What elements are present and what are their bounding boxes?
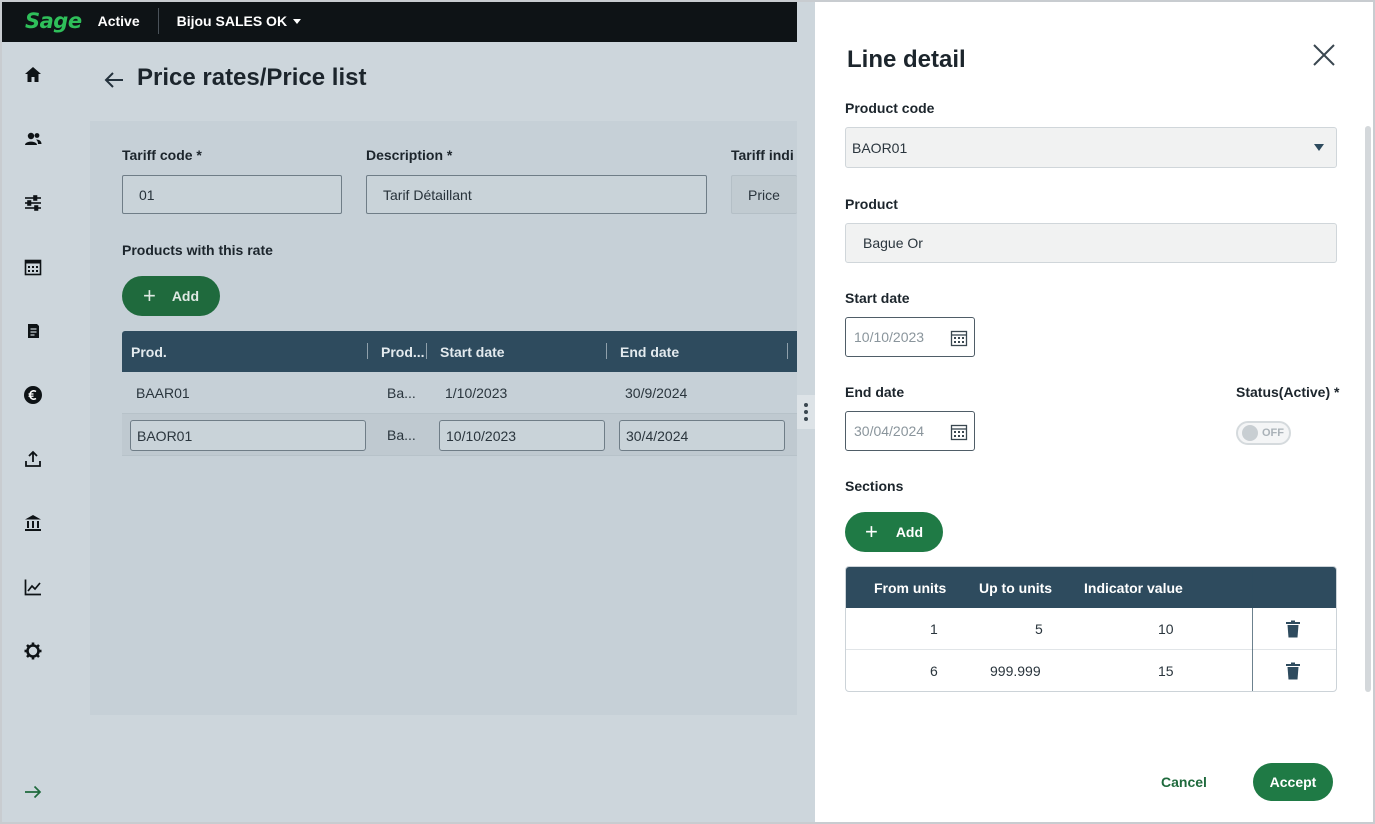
tariff-indicator-input[interactable]: Price (731, 175, 797, 214)
calendar-icon[interactable] (950, 329, 968, 347)
arrow-right-icon[interactable] (20, 779, 46, 805)
column-divider[interactable] (787, 343, 788, 359)
column-header-product[interactable]: Prod... (381, 344, 425, 360)
row-product: Ba... (387, 385, 416, 401)
panel-title: Line detail (847, 46, 966, 73)
row-end-date-input[interactable]: 30/4/2024 (619, 420, 785, 451)
row-up-to-units: 999.999 (990, 663, 1041, 679)
tariff-code-input[interactable]: 01 (122, 175, 342, 214)
table-row[interactable]: BAAR01 Ba... 1/10/2023 30/9/2024 (122, 372, 797, 414)
row-from-units: 6 (930, 663, 938, 679)
start-date-label: Start date (845, 290, 910, 306)
trash-icon[interactable] (1285, 620, 1301, 638)
row-from-units: 1 (930, 621, 938, 637)
cancel-button[interactable]: Cancel (1161, 774, 1207, 790)
chart-icon[interactable] (20, 574, 46, 600)
start-date-value: 10/10/2023 (854, 329, 925, 345)
table-row[interactable]: 6 999.999 15 (846, 650, 1336, 691)
panel-scrollbar[interactable] (1365, 126, 1371, 692)
plus-icon: + (864, 519, 878, 544)
column-header-end-date[interactable]: End date (620, 344, 679, 360)
column-header-start-date[interactable]: Start date (440, 344, 505, 360)
back-arrow-icon[interactable] (102, 68, 126, 92)
add-section-button[interactable]: + Add (845, 512, 943, 552)
main-content: Price rates/Price list Tariff code * 01 … (66, 42, 797, 742)
column-header-from-units[interactable]: From units (874, 580, 946, 596)
gear-icon[interactable] (20, 638, 46, 664)
row-up-to-units: 5 (1035, 621, 1043, 637)
sections-grid-header: From units Up to units Indicator value (846, 567, 1336, 608)
tariff-code-label: Tariff code * (122, 147, 202, 163)
upload-icon[interactable] (20, 446, 46, 472)
table-row[interactable]: 1 5 10 (846, 608, 1336, 650)
end-date-label: End date (845, 384, 905, 400)
toggle-knob (1242, 425, 1258, 441)
toggle-text: OFF (1262, 427, 1284, 439)
product-code-select[interactable]: BAOR01 (845, 127, 1337, 168)
document-icon[interactable] (20, 318, 46, 344)
end-date-input[interactable]: 30/04/2024 (845, 411, 975, 451)
close-icon[interactable] (1311, 42, 1337, 68)
sidebar (0, 42, 66, 824)
column-divider (1252, 567, 1253, 691)
column-header-indicator-value[interactable]: Indicator value (1084, 580, 1183, 596)
euro-icon[interactable] (20, 382, 46, 408)
sections-label: Sections (845, 478, 904, 494)
column-header-code[interactable]: Prod. (131, 344, 167, 360)
panel-resize-handle[interactable] (797, 395, 815, 429)
calendar-icon[interactable] (950, 423, 968, 441)
calendar-icon[interactable] (20, 254, 46, 280)
top-bar: Sage Active Bijou SALES OK (0, 0, 797, 42)
product-value: Bague Or (863, 235, 923, 251)
company-name: Bijou SALES OK (176, 13, 288, 29)
column-divider[interactable] (426, 343, 427, 359)
accept-button[interactable]: Accept (1253, 763, 1333, 801)
product-field: Bague Or (845, 223, 1337, 263)
add-product-button[interactable]: + Add (122, 276, 220, 316)
top-divider (157, 8, 159, 34)
settings-sliders-icon[interactable] (20, 190, 46, 216)
add-section-label: Add (895, 524, 924, 540)
row-start-date-input[interactable]: 10/10/2023 (439, 420, 605, 451)
row-start-date: 1/10/2023 (445, 385, 508, 401)
row-code-input[interactable]: BAOR01 (130, 420, 366, 451)
plus-icon: + (142, 283, 156, 308)
status-label: Status(Active) * (1236, 384, 1340, 400)
company-status: Active (97, 13, 140, 29)
start-date-input[interactable]: 10/10/2023 (845, 317, 975, 357)
row-product: Ba... (387, 427, 416, 443)
column-divider[interactable] (606, 343, 607, 359)
sections-grid: From units Up to units Indicator value 1… (845, 566, 1337, 692)
grid-header: Prod. Prod... Start date End date (122, 331, 797, 372)
product-code-value: BAOR01 (852, 139, 908, 156)
trash-icon[interactable] (1285, 662, 1301, 680)
bank-icon[interactable] (20, 510, 46, 536)
product-label: Product (845, 196, 898, 212)
end-date-value: 30/04/2024 (854, 423, 925, 439)
column-header-up-to-units[interactable]: Up to units (979, 580, 1052, 596)
products-section-label: Products with this rate (122, 242, 273, 258)
chevron-down-icon (1314, 144, 1324, 151)
description-input[interactable]: Tarif Détaillant (366, 175, 707, 214)
contacts-icon[interactable] (20, 126, 46, 152)
row-end-date: 30/9/2024 (625, 385, 688, 401)
row-indicator-value: 10 (1158, 621, 1174, 637)
line-detail-panel: Line detail Product code BAOR01 Product … (815, 0, 1375, 824)
row-code: BAAR01 (136, 385, 190, 401)
column-divider[interactable] (367, 343, 368, 359)
row-indicator-value: 15 (1158, 663, 1174, 679)
company-selector[interactable]: Bijou SALES OK (176, 13, 302, 29)
add-button-label: Add (171, 288, 200, 304)
product-code-label: Product code (845, 100, 935, 116)
tariff-indicator-label: Tariff indi (731, 147, 794, 163)
table-row-selected[interactable]: BAOR01 Ba... 10/10/2023 30/4/2024 (122, 414, 797, 456)
sage-logo[interactable]: Sage (25, 9, 82, 33)
products-grid: Prod. Prod... Start date End date BAAR01… (122, 331, 797, 456)
caret-down-icon (293, 18, 302, 24)
page-title: Price rates/Price list (137, 64, 367, 91)
status-toggle[interactable]: OFF (1236, 421, 1291, 445)
home-icon[interactable] (20, 62, 46, 88)
description-label: Description * (366, 147, 453, 163)
